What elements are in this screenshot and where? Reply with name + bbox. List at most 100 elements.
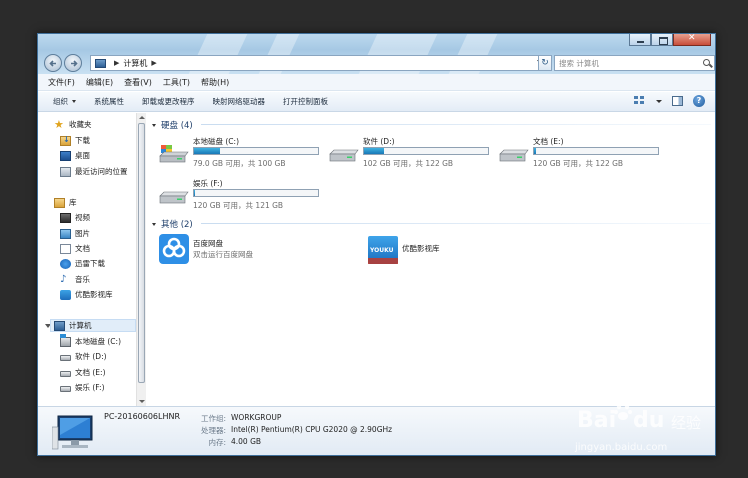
- desktop-icon: [60, 150, 71, 161]
- nav-scrollbar[interactable]: [136, 113, 146, 406]
- address-bar[interactable]: ▶ 计算机 ▶: [90, 55, 546, 71]
- system-drive-icon: [60, 333, 71, 347]
- preview-pane-icon[interactable]: [672, 96, 683, 106]
- window-controls: [629, 34, 711, 46]
- collapse-icon[interactable]: [152, 123, 156, 127]
- youku-badge: YOUKU: [370, 247, 394, 254]
- chevron-down-icon[interactable]: [656, 99, 662, 103]
- nav-label: 本地磁盘 (C:): [75, 337, 121, 346]
- hard-drive-icon: [60, 355, 71, 361]
- close-button[interactable]: [673, 34, 711, 46]
- menu-help[interactable]: 帮助(H): [201, 77, 229, 88]
- nav-drive-d[interactable]: 软件 (D:): [60, 350, 107, 363]
- drive-name: 文档 (E:): [533, 137, 564, 146]
- pictures-library-icon: [60, 228, 71, 239]
- watermark-cn: 经验: [671, 414, 702, 432]
- nav-label: 软件 (D:): [75, 352, 107, 361]
- hard-drive-icon: [60, 386, 71, 392]
- menu-view[interactable]: 查看(V): [124, 77, 152, 88]
- hard-drive-icon: [499, 149, 529, 162]
- drive-space-info: 102 GB 可用，共 122 GB: [363, 159, 454, 168]
- nav-libraries[interactable]: 库: [54, 196, 77, 209]
- chevron-right-icon[interactable]: ▶: [114, 59, 119, 67]
- nav-thunder-downloads[interactable]: 迅雷下载: [60, 257, 105, 270]
- nav-downloads[interactable]: 下载: [60, 134, 90, 147]
- drive-usage-bar: [363, 147, 489, 155]
- view-controls: ?: [634, 95, 705, 107]
- item-name: 百度网盘: [193, 239, 223, 248]
- computer-icon: [95, 58, 106, 68]
- refresh-button[interactable]: ↻: [538, 55, 552, 71]
- baidu-netdisk-item[interactable]: 百度网盘 双击运行百度网盘: [159, 234, 309, 266]
- download-folder-icon: [60, 135, 71, 146]
- organize-button[interactable]: 组织: [53, 96, 76, 107]
- nav-recent-places[interactable]: 最近访问的位置: [60, 165, 128, 178]
- star-icon: ★: [54, 117, 64, 131]
- nav-label: 视频: [75, 213, 90, 222]
- youku-folder-icon: YOUKU: [368, 236, 398, 264]
- computer-icon: [54, 320, 65, 331]
- map-network-drive-button[interactable]: 映射网络驱动器: [213, 96, 266, 107]
- minimize-button[interactable]: [629, 34, 651, 46]
- back-button[interactable]: [44, 54, 62, 72]
- nav-label: 库: [69, 198, 77, 207]
- nav-favorites[interactable]: ★ 收藏夹: [54, 118, 92, 131]
- drive-usage-bar: [193, 189, 319, 197]
- baidu-netdisk-icon: [159, 234, 189, 264]
- open-control-panel-button[interactable]: 打开控制面板: [283, 96, 328, 107]
- drive-item-e[interactable]: 文档 (E:) 120 GB 可用，共 122 GB: [499, 136, 669, 172]
- change-view-icon[interactable]: [634, 95, 646, 107]
- collapse-icon[interactable]: [152, 222, 156, 226]
- nav-drive-c[interactable]: 本地磁盘 (C:): [60, 333, 121, 348]
- group-title: 硬盘 (4): [161, 121, 193, 131]
- search-input[interactable]: 搜索 计算机: [554, 55, 715, 71]
- workgroup-value: WORKGROUP: [231, 413, 282, 422]
- nav-music[interactable]: ♪ 音乐: [60, 273, 90, 286]
- drive-name: 娱乐 (F:): [193, 179, 223, 188]
- watermark-url: jingyan.baidu.com: [575, 442, 668, 453]
- scroll-down-icon[interactable]: [139, 400, 145, 403]
- nav-pictures[interactable]: 图片: [60, 227, 90, 240]
- nav-youku-library[interactable]: 优酷影视库: [60, 288, 113, 301]
- item-name: 优酷影视库: [402, 244, 440, 253]
- drive-name: 软件 (D:): [363, 137, 395, 146]
- nav-label: 最近访问的位置: [75, 167, 128, 176]
- thunder-icon: [60, 258, 71, 269]
- youku-library-item[interactable]: YOUKU 优酷影视库: [368, 234, 518, 266]
- nav-desktop[interactable]: 桌面: [60, 149, 90, 162]
- refresh-icon: ↻: [541, 58, 549, 68]
- search-placeholder: 搜索 计算机: [559, 58, 599, 68]
- memory-value: 4.00 GB: [231, 437, 262, 446]
- arrow-left-icon: [49, 60, 56, 67]
- breadcrumb-computer[interactable]: 计算机: [123, 58, 147, 69]
- drive-item-d[interactable]: 软件 (D:) 102 GB 可用，共 122 GB: [329, 136, 499, 172]
- group-header-hdd[interactable]: 硬盘 (4): [152, 119, 193, 131]
- scroll-up-icon[interactable]: [139, 116, 145, 119]
- menu-file[interactable]: 文件(F): [48, 77, 75, 88]
- arrow-right-icon: [71, 60, 78, 67]
- scrollbar-thumb[interactable]: [138, 123, 145, 383]
- nav-computer[interactable]: 计算机: [50, 319, 136, 332]
- help-icon[interactable]: ?: [693, 95, 705, 107]
- content-pane: 硬盘 (4) 本地磁盘 (C:) 79.0 GB 可用，共 100 GB 软件 …: [146, 113, 715, 406]
- nav-drive-e[interactable]: 文档 (E:): [60, 366, 106, 379]
- drive-item-c[interactable]: 本地磁盘 (C:) 79.0 GB 可用，共 100 GB: [159, 136, 329, 172]
- group-header-other[interactable]: 其他 (2): [152, 218, 193, 230]
- menu-tools[interactable]: 工具(T): [163, 77, 190, 88]
- drive-item-f[interactable]: 娱乐 (F:) 120 GB 可用，共 121 GB: [159, 178, 329, 214]
- forward-button[interactable]: [64, 54, 82, 72]
- nav-drive-f[interactable]: 娱乐 (F:): [60, 381, 105, 394]
- library-icon: [54, 197, 65, 208]
- maximize-button[interactable]: [651, 34, 673, 46]
- search-icon[interactable]: [703, 59, 710, 66]
- title-bar: ▶ 计算机 ▶ ↻ 搜索 计算机: [38, 34, 715, 74]
- nav-label: 文档 (E:): [75, 368, 106, 377]
- nav-documents[interactable]: 文档: [60, 242, 90, 255]
- nav-videos[interactable]: 视频: [60, 211, 90, 224]
- menu-bar: 文件(F) 编辑(E) 查看(V) 工具(T) 帮助(H): [38, 74, 715, 91]
- nav-label: 文档: [75, 244, 90, 253]
- chevron-right-icon[interactable]: ▶: [151, 59, 156, 67]
- uninstall-program-button[interactable]: 卸载或更改程序: [142, 96, 195, 107]
- system-properties-button[interactable]: 系统属性: [94, 96, 124, 107]
- menu-edit[interactable]: 编辑(E): [86, 77, 113, 88]
